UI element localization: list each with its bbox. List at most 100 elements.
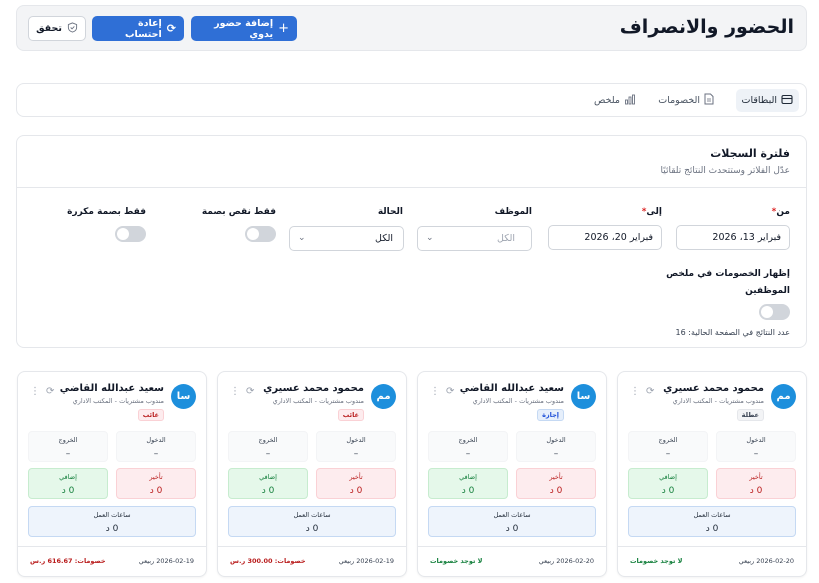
more-vertical-icon[interactable]: ⋮ (630, 386, 640, 397)
checkin-box: الدخول – (316, 431, 396, 462)
extra-label: إضافي (259, 473, 277, 481)
attendance-card[interactable]: مم محمود محمد عسيري مندوب مشتريات - المك… (617, 371, 807, 577)
verify-button[interactable]: تحقق (28, 16, 86, 41)
employee-select-value: الكل (497, 233, 515, 244)
add-manual-label: إضافة حضور يدوي (214, 17, 274, 40)
tab-summary[interactable]: ملخص (588, 89, 642, 112)
card-date: 2026-02-19 ربيعي (138, 557, 194, 565)
employee-role: مندوب مشتريات - المكتب الاداري (672, 397, 764, 405)
checkout-label: الخروج (58, 436, 78, 444)
checkin-value: – (553, 449, 559, 459)
refresh-icon[interactable]: ⟳ (446, 386, 454, 397)
duplicate-fingerprint-toggle[interactable] (115, 226, 146, 242)
deduction-status: لا توجد خصومات (430, 557, 483, 565)
extra-value: 0 د (61, 486, 75, 496)
extra-label: إضافي (659, 473, 677, 481)
results-count: عدد النتائج في الصفحة الحالية: 16 (675, 328, 790, 337)
checkout-label: الخروج (458, 436, 478, 444)
checkin-label: الدخول (146, 436, 166, 444)
checkout-box: الخروج – (428, 431, 508, 462)
avatar: سا (571, 384, 596, 409)
show-deductions-label: إظهار الخصومات في ملخص (666, 269, 790, 279)
page-title: الحضور والانصراف (619, 16, 794, 38)
show-deductions-label-cont: الموظفين (745, 286, 790, 296)
deduction-status: خصومات: 300.00 ر.س (230, 557, 306, 565)
filter-subtitle: عدّل الفلاتر وستتحدث النتائج تلقائيًا (660, 166, 790, 176)
extra-value: 0 د (661, 486, 675, 496)
status-badge: غائب (137, 409, 164, 421)
checkout-label: الخروج (258, 436, 278, 444)
extra-label: إضافي (459, 473, 477, 481)
card-date: 2026-02-19 ربيعي (338, 557, 394, 565)
status-label: الحالة (377, 207, 403, 217)
avatar: مم (771, 384, 796, 409)
more-vertical-icon[interactable]: ⋮ (30, 386, 40, 397)
card-actions: ⋮ ⟳ (630, 386, 654, 397)
work-hours-value: 0 د (505, 524, 519, 534)
card-date: 2026-02-20 ربيعي (738, 557, 794, 565)
add-manual-attendance-button[interactable]: + إضافة حضور يدوي (191, 16, 297, 41)
to-date-input[interactable]: فبراير 20، 2026 (548, 225, 662, 250)
card-date: 2026-02-20 ربيعي (538, 557, 594, 565)
checkin-box: الدخول – (116, 431, 196, 462)
status-select[interactable]: الكل ⌄ (289, 226, 404, 251)
recalculate-button[interactable]: ⟳ إعادة احتساب (92, 16, 184, 41)
tab-summary-label: ملخص (593, 95, 620, 106)
late-box: تأخير 0 د (316, 468, 396, 499)
refresh-icon[interactable]: ⟳ (646, 386, 654, 397)
page-header: الحضور والانصراف + إضافة حضور يدوي ⟳ إعا… (16, 5, 807, 51)
checkout-value: – (265, 449, 271, 459)
attendance-card[interactable]: سا سعيد عبدالله القاضي مندوب مشتريات - ا… (417, 371, 607, 577)
work-hours-value: 0 د (305, 524, 319, 534)
checkout-value: – (65, 449, 71, 459)
employee-name: محمود محمد عسيري (263, 383, 364, 394)
employee-name: سعيد عبدالله القاضي (59, 383, 164, 394)
checkin-label: الدخول (546, 436, 566, 444)
shield-check-icon (67, 21, 78, 36)
deduction-status: لا توجد خصومات (630, 557, 683, 565)
extra-box: إضافي 0 د (628, 468, 708, 499)
extra-value: 0 د (461, 486, 475, 496)
tab-cards[interactable]: البطاقات (735, 89, 799, 112)
card-divider (18, 546, 206, 547)
employee-select[interactable]: الكل ⌄ (417, 226, 532, 251)
card-divider (418, 546, 606, 547)
checkin-value: – (753, 449, 759, 459)
toggle-knob (117, 228, 129, 240)
avatar: سا (171, 384, 196, 409)
recalculate-label: إعادة احتساب (125, 17, 162, 40)
late-label: تأخير (549, 473, 563, 481)
employee-role: مندوب مشتريات - المكتب الاداري (72, 397, 164, 405)
attendance-card[interactable]: سا سعيد عبدالله القاضي مندوب مشتريات - ا… (17, 371, 207, 577)
status-badge: عطلة (736, 409, 764, 421)
work-hours-label: ساعات العمل (493, 511, 531, 519)
from-date-input[interactable]: فبراير 13، 2026 (676, 225, 790, 250)
missing-fingerprint-toggle[interactable] (245, 226, 276, 242)
late-label: تأخير (149, 473, 163, 481)
extra-box: إضافي 0 د (228, 468, 308, 499)
checkin-value: – (153, 449, 159, 459)
tab-deductions[interactable]: الخصومات (652, 89, 720, 112)
show-deductions-toggle[interactable] (759, 304, 790, 320)
checkin-value: – (353, 449, 359, 459)
view-tabs: البطاقات الخصومات ملخص (16, 83, 807, 117)
work-hours-value: 0 د (705, 524, 719, 534)
late-label: تأخير (749, 473, 763, 481)
checkin-box: الدخول – (516, 431, 596, 462)
tab-deductions-label: الخصومات (658, 95, 700, 106)
attendance-card[interactable]: مم محمود محمد عسيري مندوب مشتريات - المك… (217, 371, 407, 577)
toggle-knob (247, 228, 259, 240)
employee-role: مندوب مشتريات - المكتب الاداري (272, 397, 364, 405)
toggle-knob (761, 306, 773, 318)
late-box: تأخير 0 د (516, 468, 596, 499)
more-vertical-icon[interactable]: ⋮ (230, 386, 240, 397)
late-label: تأخير (349, 473, 363, 481)
more-vertical-icon[interactable]: ⋮ (430, 386, 440, 397)
from-label: من* (771, 207, 790, 217)
chevron-down-icon: ⌄ (298, 233, 306, 243)
late-box: تأخير 0 د (716, 468, 796, 499)
checkin-label: الدخول (746, 436, 766, 444)
deduction-status: خصومات: 616.67 ر.س (30, 557, 106, 565)
refresh-icon[interactable]: ⟳ (246, 386, 254, 397)
refresh-icon[interactable]: ⟳ (46, 386, 54, 397)
